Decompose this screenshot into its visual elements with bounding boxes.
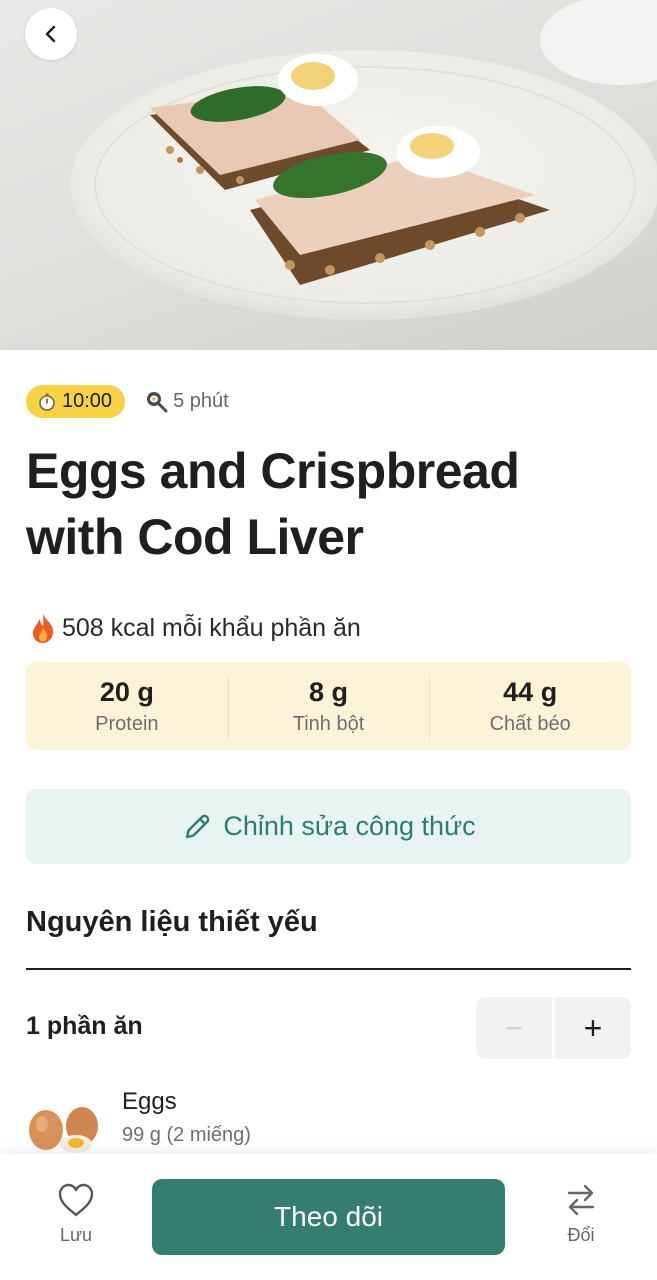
calories-per-serving: 508 kcal mỗi khẩu phần ăn <box>28 612 361 644</box>
recipe-title: Eggs and Crispbread with Cod Liver <box>26 443 520 565</box>
ingredient-image <box>26 1096 100 1156</box>
swap-button[interactable]: Đổi <box>536 1182 626 1246</box>
ingredient-name: Eggs <box>122 1088 177 1115</box>
frying-pan-icon <box>147 391 168 412</box>
ingredient-quantity: 99 g (2 miếng) <box>122 1124 251 1146</box>
save-label: Lưu <box>59 1225 93 1245</box>
eggs-image <box>29 1107 98 1153</box>
macro-value: 44 g <box>503 677 558 707</box>
increase-servings-button[interactable]: + <box>555 997 631 1059</box>
back-button[interactable] <box>25 8 77 60</box>
macro-carbs: 8 g Tinh bột <box>227 675 430 739</box>
calories-text: 508 kcal mỗi khẩu phần ăn <box>62 613 361 642</box>
chevron-left-icon <box>45 25 56 43</box>
recipe-photo <box>70 0 657 320</box>
stopwatch-icon <box>39 393 55 411</box>
servings-stepper: − + <box>476 997 631 1059</box>
macros-panel: 20 g Protein 8 g Tinh bột 44 g Chất béo <box>26 662 631 750</box>
decrease-servings-button[interactable]: − <box>476 997 552 1059</box>
ingredients-title: Nguyên liệu thiết yếu <box>26 906 318 938</box>
servings-count: 1 phần ăn <box>26 1012 143 1040</box>
cook-time-text: 5 phút <box>173 390 229 412</box>
timer-value: 10:00 <box>62 390 113 412</box>
pencil-icon <box>186 814 210 838</box>
macro-protein: 20 g Protein <box>26 675 228 737</box>
section-divider <box>26 968 631 970</box>
macro-fat: 44 g Chất béo <box>429 675 631 739</box>
recipe-meta: 10:00 5 phút <box>26 385 229 418</box>
recipe-hero-image <box>0 0 657 350</box>
macro-label: Protein <box>95 713 159 735</box>
macro-value: 8 g <box>309 677 349 707</box>
swap-label: Đổi <box>567 1225 595 1245</box>
cook-time: 5 phút <box>145 390 229 414</box>
ingredient-item[interactable]: Eggs 99 g (2 miếng) <box>26 1086 631 1156</box>
macro-value: 20 g <box>99 677 154 707</box>
macro-label: Chất béo <box>489 713 571 735</box>
swap-arrows-icon <box>567 1184 595 1216</box>
follow-button[interactable]: Theo dõi <box>152 1179 505 1255</box>
edit-recipe-button[interactable]: Chỉnh sửa công thức <box>26 789 631 864</box>
save-button[interactable]: Lưu <box>31 1182 121 1246</box>
edit-recipe-label: Chỉnh sửa công thức <box>223 811 476 841</box>
heart-icon <box>58 1183 94 1217</box>
fire-icon <box>33 614 54 643</box>
timer-badge: 10:00 <box>26 385 126 418</box>
macro-label: Tinh bột <box>292 713 365 735</box>
bottom-action-bar: Lưu Theo dõi Đổi <box>0 1154 657 1280</box>
